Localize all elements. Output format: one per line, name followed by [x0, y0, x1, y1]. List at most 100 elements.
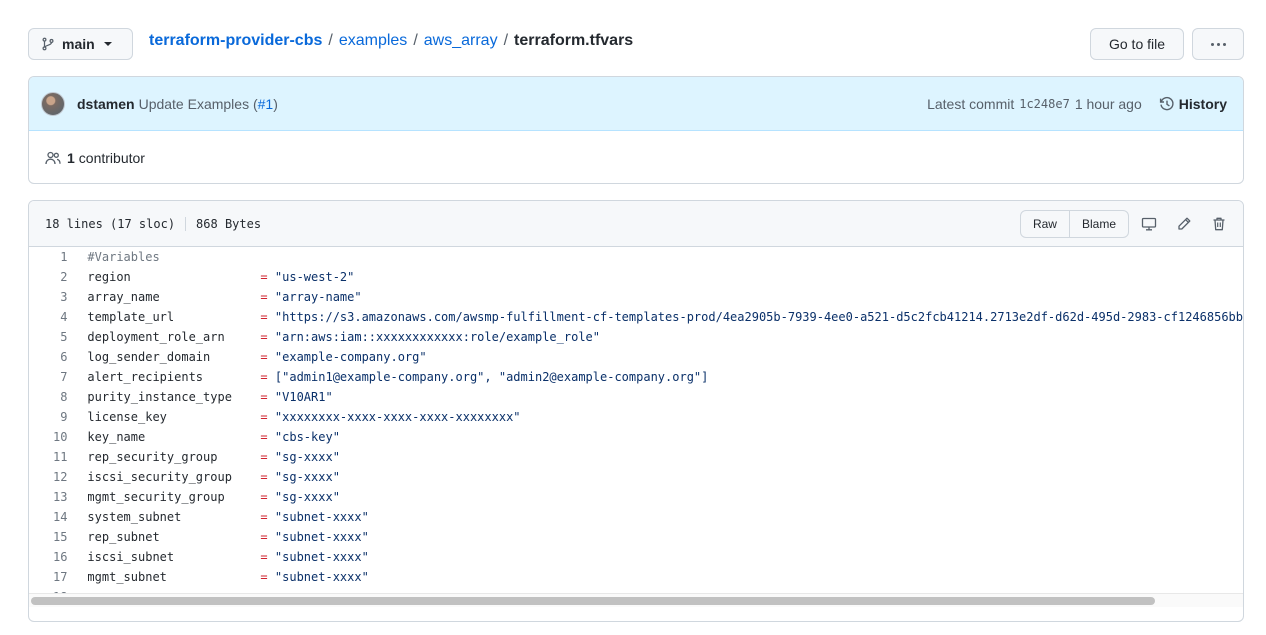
git-branch-icon: [42, 37, 54, 51]
line-content: alert_recipients = ["admin1@example-compa…: [77, 367, 1243, 387]
breadcrumb-repo-link[interactable]: terraform-provider-cbs: [149, 32, 322, 50]
line-content: deployment_role_arn = "arn:aws:iam::xxxxx…: [77, 327, 1243, 347]
code-line: 10 key_name = "cbs-key": [29, 427, 1243, 447]
chevron-down-icon: [103, 42, 112, 46]
code-line: 16 iscsi_subnet = "subnet-xxxx": [29, 547, 1243, 567]
variable-value: "subnet-xxxx": [274, 510, 369, 524]
history-link[interactable]: History: [1159, 96, 1227, 112]
contributor-label: contributor: [78, 149, 145, 166]
line-number[interactable]: 8: [29, 387, 77, 407]
desktop-icon[interactable]: [1141, 216, 1157, 232]
file-navigation: main terraform-provider-cbs / examples /…: [28, 28, 1244, 60]
code-line: 11 rep_security_group = "sg-xxxx": [29, 447, 1243, 467]
line-number[interactable]: 10: [29, 427, 77, 447]
variable-name: deployment_role_arn: [87, 330, 225, 344]
line-number[interactable]: 11: [29, 447, 77, 467]
line-content: template_url = "https://s3.amazonaws.com/…: [77, 307, 1243, 327]
assign-operator: =: [260, 470, 268, 484]
variable-value: "array-name": [274, 290, 362, 304]
history-icon: [1159, 96, 1174, 110]
line-number[interactable]: 13: [29, 487, 77, 507]
breadcrumb: terraform-provider-cbs / examples / aws_…: [149, 32, 633, 50]
variable-name: system_subnet: [87, 510, 182, 524]
blame-button[interactable]: Blame: [1068, 210, 1128, 237]
line-number[interactable]: 17: [29, 567, 77, 587]
assign-operator: =: [260, 530, 268, 544]
pull-request-link[interactable]: #1: [258, 96, 274, 112]
variable-value: "https://s3.amazonaws.com/awsmp-fulfillm…: [274, 310, 1243, 324]
line-content: #Variables: [77, 247, 1243, 267]
assign-operator: =: [260, 550, 268, 564]
raw-button[interactable]: Raw: [1021, 211, 1069, 237]
file-size: 868 Bytes: [196, 216, 262, 231]
line-number[interactable]: 6: [29, 347, 77, 367]
variable-value: "V10AR1": [274, 390, 333, 404]
variable-value: "sg-xxxx": [274, 470, 340, 484]
commit-author-link[interactable]: dstamen: [77, 96, 135, 112]
line-number[interactable]: 2: [29, 267, 77, 287]
more-options-button[interactable]: [1192, 28, 1244, 60]
assign-operator: =: [260, 370, 268, 384]
branch-selector-button[interactable]: main: [28, 28, 133, 60]
variable-value: "cbs-key": [274, 430, 340, 444]
commit-message-text[interactable]: Update Examples (: [139, 96, 258, 112]
code-view: 1 #Variables 2 region = "us-west-2" 3 array_na…: [29, 247, 1243, 607]
code-line: 2 region = "us-west-2": [29, 267, 1243, 287]
variable-name: mgmt_subnet: [87, 570, 167, 584]
line-content: license_key = "xxxxxxxx-xxxx-xxxx-xxxx-xx…: [77, 407, 1243, 427]
latest-commit-box: dstamen Update Examples (#1) Latest comm…: [28, 76, 1244, 184]
line-content: log_sender_domain = "example-company.org": [77, 347, 1243, 367]
code-line: 9 license_key = "xxxxxxxx-xxxx-xxxx-xxxx-x…: [29, 407, 1243, 427]
go-to-file-button[interactable]: Go to file: [1090, 28, 1184, 60]
variable-value: "example-company.org": [274, 350, 427, 364]
commit-sha-link[interactable]: 1c248e7: [1019, 97, 1070, 111]
variable-value: "us-west-2": [274, 270, 355, 284]
assign-operator: =: [260, 430, 268, 444]
commit-message: Update Examples (#1): [139, 96, 278, 112]
history-label: History: [1178, 95, 1227, 112]
breadcrumb-aws-array-link[interactable]: aws_array: [424, 32, 498, 50]
assign-operator: =: [260, 390, 268, 404]
variable-name: log_sender_domain: [87, 350, 211, 364]
code-line: 4 template_url = "https://s3.amazonaws.com…: [29, 307, 1243, 327]
contributors-row[interactable]: 1 contributor: [29, 131, 1243, 183]
variable-name: iscsi_security_group: [87, 470, 232, 484]
scrollbar-thumb[interactable]: [31, 597, 1155, 605]
trash-icon[interactable]: [1211, 216, 1227, 232]
line-number[interactable]: 5: [29, 327, 77, 347]
line-number[interactable]: 9: [29, 407, 77, 427]
assign-operator: =: [260, 350, 268, 364]
horizontal-scrollbar[interactable]: [29, 593, 1243, 607]
line-number[interactable]: 14: [29, 507, 77, 527]
line-number[interactable]: 15: [29, 527, 77, 547]
line-content: iscsi_security_group = "sg-xxxx": [77, 467, 1243, 487]
assign-operator: =: [260, 490, 268, 504]
pencil-icon[interactable]: [1176, 216, 1192, 232]
variable-value: ["admin1@example-company.org", "admin2@e…: [274, 370, 709, 384]
latest-commit-row: dstamen Update Examples (#1) Latest comm…: [29, 77, 1243, 131]
line-content: purity_instance_type = "V10AR1": [77, 387, 1243, 407]
line-content: mgmt_subnet = "subnet-xxxx": [77, 567, 1243, 587]
line-number[interactable]: 16: [29, 547, 77, 567]
assign-operator: =: [260, 450, 268, 464]
code-line: 1 #Variables: [29, 247, 1243, 267]
code-table: 1 #Variables 2 region = "us-west-2" 3 array_na…: [29, 247, 1243, 607]
avatar[interactable]: [41, 91, 65, 116]
variable-name: template_url: [87, 310, 175, 324]
divider: [185, 216, 187, 231]
code-line: 5 deployment_role_arn = "arn:aws:iam::xxxx…: [29, 327, 1243, 347]
latest-commit-label: Latest commit: [927, 95, 1015, 112]
breadcrumb-examples-link[interactable]: examples: [339, 32, 407, 50]
variable-name: purity_instance_type: [87, 390, 232, 404]
line-number[interactable]: 12: [29, 467, 77, 487]
assign-operator: =: [260, 270, 268, 284]
variable-name: license_key: [87, 410, 167, 424]
line-number[interactable]: 1: [29, 247, 77, 267]
line-content: system_subnet = "subnet-xxxx": [77, 507, 1243, 527]
line-number[interactable]: 7: [29, 367, 77, 387]
file-actions-group: Raw Blame: [1019, 209, 1129, 238]
line-number[interactable]: 4: [29, 307, 77, 327]
code-comment: #Variables: [87, 250, 160, 264]
line-content: iscsi_subnet = "subnet-xxxx": [77, 547, 1243, 567]
line-number[interactable]: 3: [29, 287, 77, 307]
